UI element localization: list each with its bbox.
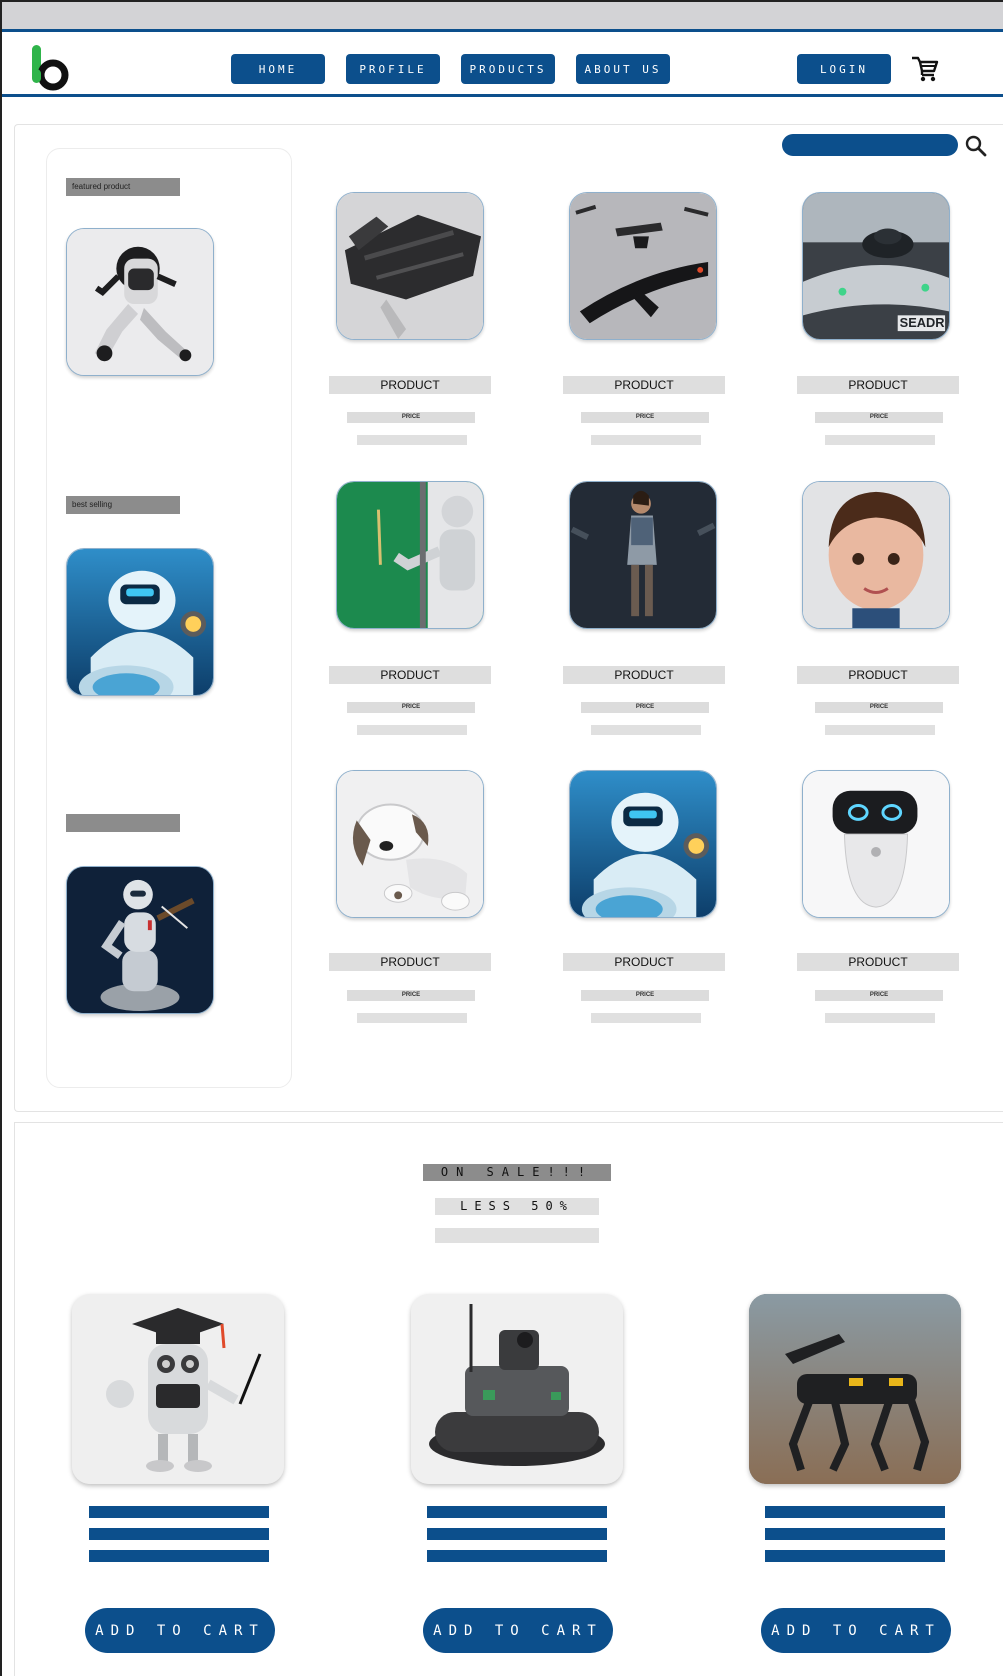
product-detail-bar-2 xyxy=(591,435,701,445)
sale-subtitle: LESS 50% xyxy=(435,1198,599,1215)
sale-item-1-stripe xyxy=(89,1506,269,1518)
sale-item-3-stripe xyxy=(765,1550,945,1562)
product-price-7: PRICE xyxy=(347,990,475,1001)
product-image-5[interactable] xyxy=(569,481,717,629)
product-image-2[interactable] xyxy=(569,192,717,340)
login-button[interactable]: LOGIN xyxy=(797,54,891,84)
sale-detail-bar xyxy=(435,1228,599,1243)
shopping-cart-icon[interactable] xyxy=(910,53,940,83)
best-selling-image[interactable] xyxy=(66,548,214,696)
featured-product-label: featured product xyxy=(66,178,180,196)
product-detail-bar-3 xyxy=(825,435,935,445)
product-image-3[interactable]: SEADR xyxy=(802,192,950,340)
product-image-7[interactable] xyxy=(336,770,484,918)
product-title-4: PRODUCT xyxy=(329,666,491,684)
product-price-5: PRICE xyxy=(581,702,709,713)
product-image-1[interactable] xyxy=(336,192,484,340)
product-title-7: PRODUCT xyxy=(329,953,491,971)
product-price-3: PRICE xyxy=(815,412,943,423)
sale-item-2-stripe xyxy=(427,1528,607,1540)
product-detail-bar-9 xyxy=(825,1013,935,1023)
product-price-8: PRICE xyxy=(581,990,709,1001)
best-selling-label: best selling xyxy=(66,496,180,514)
sidebar-section-3-image[interactable] xyxy=(66,866,214,1014)
browser-top-bar xyxy=(2,2,1003,32)
product-detail-bar-6 xyxy=(825,725,935,735)
product-3-watermark-text: SEADR xyxy=(900,315,945,330)
product-title-3: PRODUCT xyxy=(797,376,959,394)
product-title-9: PRODUCT xyxy=(797,953,959,971)
site-header: HOME PROFILE PRODUCTS ABOUT US LOGIN xyxy=(2,35,1003,97)
sale-item-1-stripe xyxy=(89,1550,269,1562)
product-detail-bar-7 xyxy=(357,1013,467,1023)
add-to-cart-button-3[interactable]: ADD TO CART xyxy=(761,1608,951,1653)
product-image-6[interactable] xyxy=(802,481,950,629)
product-title-2: PRODUCT xyxy=(563,376,725,394)
product-title-1: PRODUCT xyxy=(329,376,491,394)
product-price-1: PRICE xyxy=(347,412,475,423)
search-icon[interactable] xyxy=(964,134,988,158)
add-to-cart-button-2[interactable]: ADD TO CART xyxy=(423,1608,613,1653)
product-price-6: PRICE xyxy=(815,702,943,713)
search-input[interactable] xyxy=(782,134,958,156)
sale-item-2-stripe xyxy=(427,1550,607,1562)
add-to-cart-button-1[interactable]: ADD TO CART xyxy=(85,1608,275,1653)
page: HOME PROFILE PRODUCTS ABOUT US LOGIN fea… xyxy=(0,0,1003,1676)
brand-logo-icon[interactable] xyxy=(28,43,74,91)
product-title-6: PRODUCT xyxy=(797,666,959,684)
nav-products-button[interactable]: PRODUCTS xyxy=(461,54,555,84)
sale-item-3-stripe xyxy=(765,1528,945,1540)
sale-item-1-stripe xyxy=(89,1528,269,1540)
product-detail-bar-5 xyxy=(591,725,701,735)
nav-profile-button[interactable]: PROFILE xyxy=(346,54,440,84)
product-image-8[interactable] xyxy=(569,770,717,918)
product-image-9[interactable] xyxy=(802,770,950,918)
product-price-4: PRICE xyxy=(347,702,475,713)
sale-item-3-stripe xyxy=(765,1506,945,1518)
product-detail-bar-8 xyxy=(591,1013,701,1023)
sidebar-section-3-label xyxy=(66,814,180,832)
product-title-8: PRODUCT xyxy=(563,953,725,971)
product-detail-bar-4 xyxy=(357,725,467,735)
product-price-9: PRICE xyxy=(815,990,943,1001)
product-price-2: PRICE xyxy=(581,412,709,423)
product-title-5: PRODUCT xyxy=(563,666,725,684)
sale-item-2-stripe xyxy=(427,1506,607,1518)
nav-home-button[interactable]: HOME xyxy=(231,54,325,84)
nav-about-us-button[interactable]: ABOUT US xyxy=(576,54,670,84)
product-image-4[interactable] xyxy=(336,481,484,629)
sale-item-image-2[interactable] xyxy=(411,1294,623,1484)
featured-product-image[interactable] xyxy=(66,228,214,376)
sale-item-image-1[interactable] xyxy=(72,1294,284,1484)
product-detail-bar-1 xyxy=(357,435,467,445)
sale-title: ON SALE!!! xyxy=(423,1164,611,1181)
sale-item-image-3[interactable] xyxy=(749,1294,961,1484)
